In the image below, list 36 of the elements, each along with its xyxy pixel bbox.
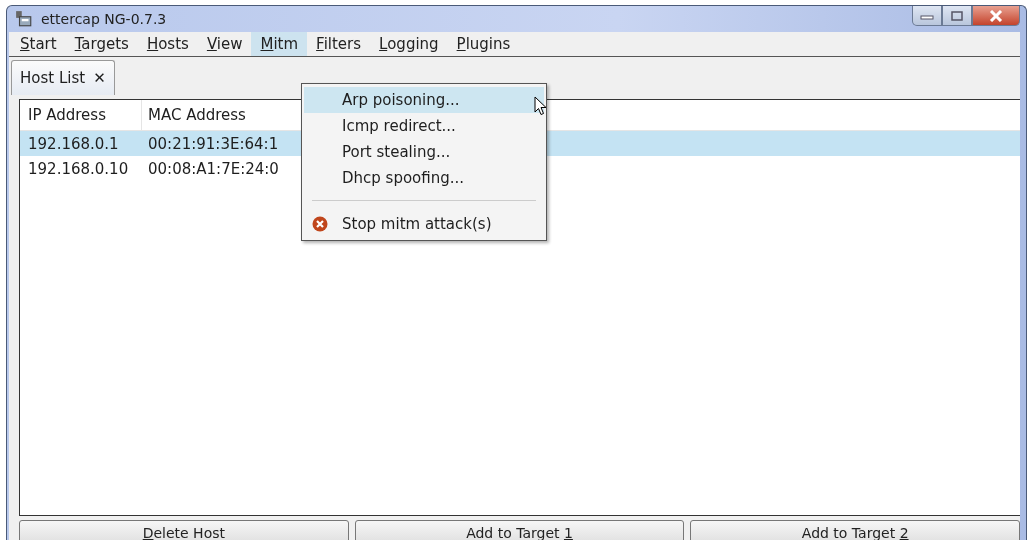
action-button[interactable]: Add to Target 1 [354, 520, 685, 540]
menu-item[interactable]: Filters [307, 32, 371, 56]
action-button[interactable]: Add to Target 2 [690, 520, 1020, 540]
menu-item[interactable]: Targets [65, 32, 138, 56]
window-title: ettercap NG-0.7.3 [41, 11, 167, 27]
close-tab-button[interactable]: ✕ [93, 69, 106, 87]
menu-item[interactable]: Logging [370, 32, 448, 56]
option-label: Icmp redirect... [342, 117, 456, 135]
menu-item[interactable]: Mitm [251, 32, 308, 56]
table-cell[interactable]: 192.168.0.10 [20, 156, 142, 181]
option-label: Port stealing... [342, 143, 451, 161]
maximize-icon [951, 10, 963, 21]
table-cell[interactable]: 00:08:A1:7E:24:0 [142, 156, 292, 181]
option-label: Arp poisoning... [342, 91, 460, 109]
tab[interactable]: Host List ✕ [11, 60, 115, 95]
menu-item[interactable]: Hosts [137, 32, 198, 56]
tab-label: Host List [20, 69, 86, 87]
close-button[interactable] [972, 6, 1020, 26]
app-icon [15, 10, 33, 28]
table-cell[interactable]: 00:21:91:3E:64:1 [142, 131, 292, 156]
menu-option[interactable]: Dhcp spoofing... [304, 165, 544, 191]
option-label: Dhcp spoofing... [342, 169, 465, 187]
option-label: Stop mitm attack(s) [342, 215, 492, 233]
stop-icon [312, 216, 328, 232]
menu-option[interactable]: Stop mitm attack(s) [304, 211, 544, 237]
menu-item[interactable]: Start [11, 32, 66, 56]
action-button[interactable]: Delete Host [19, 520, 349, 540]
menu-item[interactable]: View [197, 32, 252, 56]
menu-option[interactable]: Port stealing... [304, 139, 544, 165]
minimize-button[interactable] [912, 6, 942, 26]
table-cell[interactable]: 192.168.0.1 [20, 131, 142, 156]
close-icon [989, 9, 1003, 22]
column-header[interactable]: IP Address [20, 100, 142, 130]
menu-option[interactable]: Arp poisoning... [304, 87, 544, 113]
menu-item[interactable]: Plugins [447, 32, 520, 56]
maximize-button[interactable] [942, 6, 972, 26]
